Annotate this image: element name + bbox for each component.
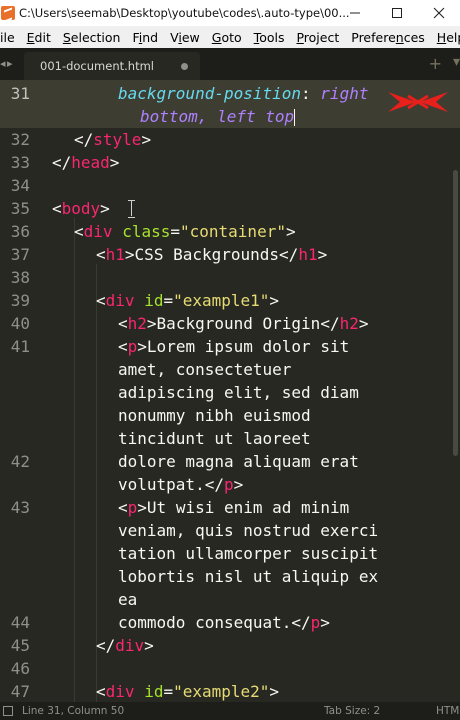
close-icon xyxy=(433,7,445,19)
menu-project[interactable]: Project xyxy=(290,30,345,45)
line-number: 43 xyxy=(10,498,30,517)
status-bar: Line 31, Column 50 Tab Size: 2 HTM xyxy=(0,702,460,720)
tab-nav-arrows-icon[interactable]: ◂ ▸ xyxy=(0,57,13,70)
code-line-43-wrap: tation ullamcorper suscipit xyxy=(118,544,379,563)
line-number: 40 xyxy=(10,314,30,333)
code-line-42: dolore magna aliquam erat xyxy=(118,452,359,471)
tab-size-indicator[interactable]: Tab Size: 2 xyxy=(324,705,380,717)
cursor-position: Line 31, Column 50 xyxy=(22,705,125,717)
line-number: 33 xyxy=(10,153,30,172)
line-number: 42 xyxy=(10,452,30,471)
line-number: 34 xyxy=(10,176,30,195)
code-line-41: <p>Lorem ipsum dolor sit xyxy=(118,337,350,356)
line-number: 45 xyxy=(10,636,30,655)
menu-edit[interactable]: Edit xyxy=(21,30,57,45)
code-line-31-wrap: bottom, left top xyxy=(140,107,296,126)
window-title: C:\Users\seemab\Desktop\youtube\codes\.a… xyxy=(19,6,349,20)
panel-toggle-icon[interactable] xyxy=(3,706,13,716)
code-line-41-wrap: amet, consectetuer xyxy=(118,360,292,379)
code-line-41-wrap: adipiscing elit, sed diam xyxy=(118,383,359,402)
code-line-39: <div id="example1"> xyxy=(96,291,280,310)
code-line-43: <p>Ut wisi enim ad minim xyxy=(118,498,350,517)
code-line-42-wrap: volutpat.</p> xyxy=(118,475,244,494)
maximize-icon xyxy=(392,8,402,18)
code-line-31: background-position: right xyxy=(118,84,369,103)
code-line-40: <h2>Background Origin</h2> xyxy=(118,314,369,333)
code-line-41-wrap: nonummy nibh euismod xyxy=(118,406,311,425)
code-line-36: <div class="container"> xyxy=(74,222,296,241)
line-number: 41 xyxy=(10,337,30,356)
close-button[interactable] xyxy=(418,0,460,26)
minimize-button[interactable] xyxy=(334,0,376,26)
code-line-43-wrap: veniam, quis nostrud exerci xyxy=(118,521,379,540)
code-line-32: </style> xyxy=(74,130,152,149)
tab-dropdown-icon[interactable]: ▾ xyxy=(453,54,460,70)
unsaved-dot-icon[interactable] xyxy=(181,63,188,70)
new-tab-plus-icon[interactable]: + xyxy=(429,54,442,73)
menu-file[interactable]: ile xyxy=(0,30,21,45)
menu-preferences[interactable]: Preferences xyxy=(345,30,431,45)
line-number: 35 xyxy=(10,199,30,218)
line-number: 32 xyxy=(10,130,30,149)
line-number: 39 xyxy=(10,291,30,310)
maximize-button[interactable] xyxy=(376,0,418,26)
text-caret xyxy=(294,109,296,126)
menu-bar: ile Edit Selection Find View Goto Tools … xyxy=(0,26,460,48)
code-line-35: <body> xyxy=(52,199,110,218)
tab-label: 001-document.html xyxy=(40,59,154,73)
code-line-44: commodo consequat.</p> xyxy=(118,613,330,632)
mouse-ibeam-cursor-icon xyxy=(128,200,136,218)
code-editor[interactable]: 31 32 33 34 35 36 37 38 39 40 41 42 43 4… xyxy=(0,80,460,702)
title-bar: C:\Users\seemab\Desktop\youtube\codes\.a… xyxy=(0,0,460,26)
gutter: 31 32 33 34 35 36 37 38 39 40 41 42 43 4… xyxy=(0,80,44,702)
line-number: 44 xyxy=(10,613,30,632)
menu-help[interactable]: Help xyxy=(431,30,460,45)
minimize-icon xyxy=(350,12,360,14)
sublime-app-icon[interactable] xyxy=(1,6,15,20)
line-number: 46 xyxy=(10,659,30,678)
code-line-37: <h1>CSS Backgrounds</h1> xyxy=(96,245,328,264)
menu-selection[interactable]: Selection xyxy=(57,30,127,45)
tab-bar: ◂ ▸ 001-document.html + ▾ xyxy=(0,48,460,80)
vertical-scrollbar[interactable] xyxy=(453,170,458,456)
line-number: 38 xyxy=(10,268,30,287)
line-number: 31 xyxy=(10,84,30,103)
menu-tools[interactable]: Tools xyxy=(248,30,291,45)
line-number: 37 xyxy=(10,245,30,264)
line-number: 36 xyxy=(10,222,30,241)
tab-001-document[interactable]: 001-document.html xyxy=(24,52,200,80)
window-controls xyxy=(334,0,460,26)
line-number: 47 xyxy=(10,682,30,701)
menu-goto[interactable]: Goto xyxy=(206,30,248,45)
indent-guide xyxy=(74,218,75,702)
code-line-45: </div> xyxy=(96,636,154,655)
channel-logo-icon xyxy=(388,92,448,112)
syntax-indicator[interactable]: HTM xyxy=(436,705,459,717)
menu-view[interactable]: View xyxy=(164,30,206,45)
code-line-43-wrap: lobortis nisl ut aliquip ex xyxy=(118,567,379,586)
menu-find[interactable]: Find xyxy=(126,30,164,45)
code-line-41-wrap: tincidunt ut laoreet xyxy=(118,429,311,448)
code-line-33: </head> xyxy=(52,153,120,172)
code-line-43-wrap: ea xyxy=(118,590,138,609)
code-line-47: <div id="example2"> xyxy=(96,682,280,701)
